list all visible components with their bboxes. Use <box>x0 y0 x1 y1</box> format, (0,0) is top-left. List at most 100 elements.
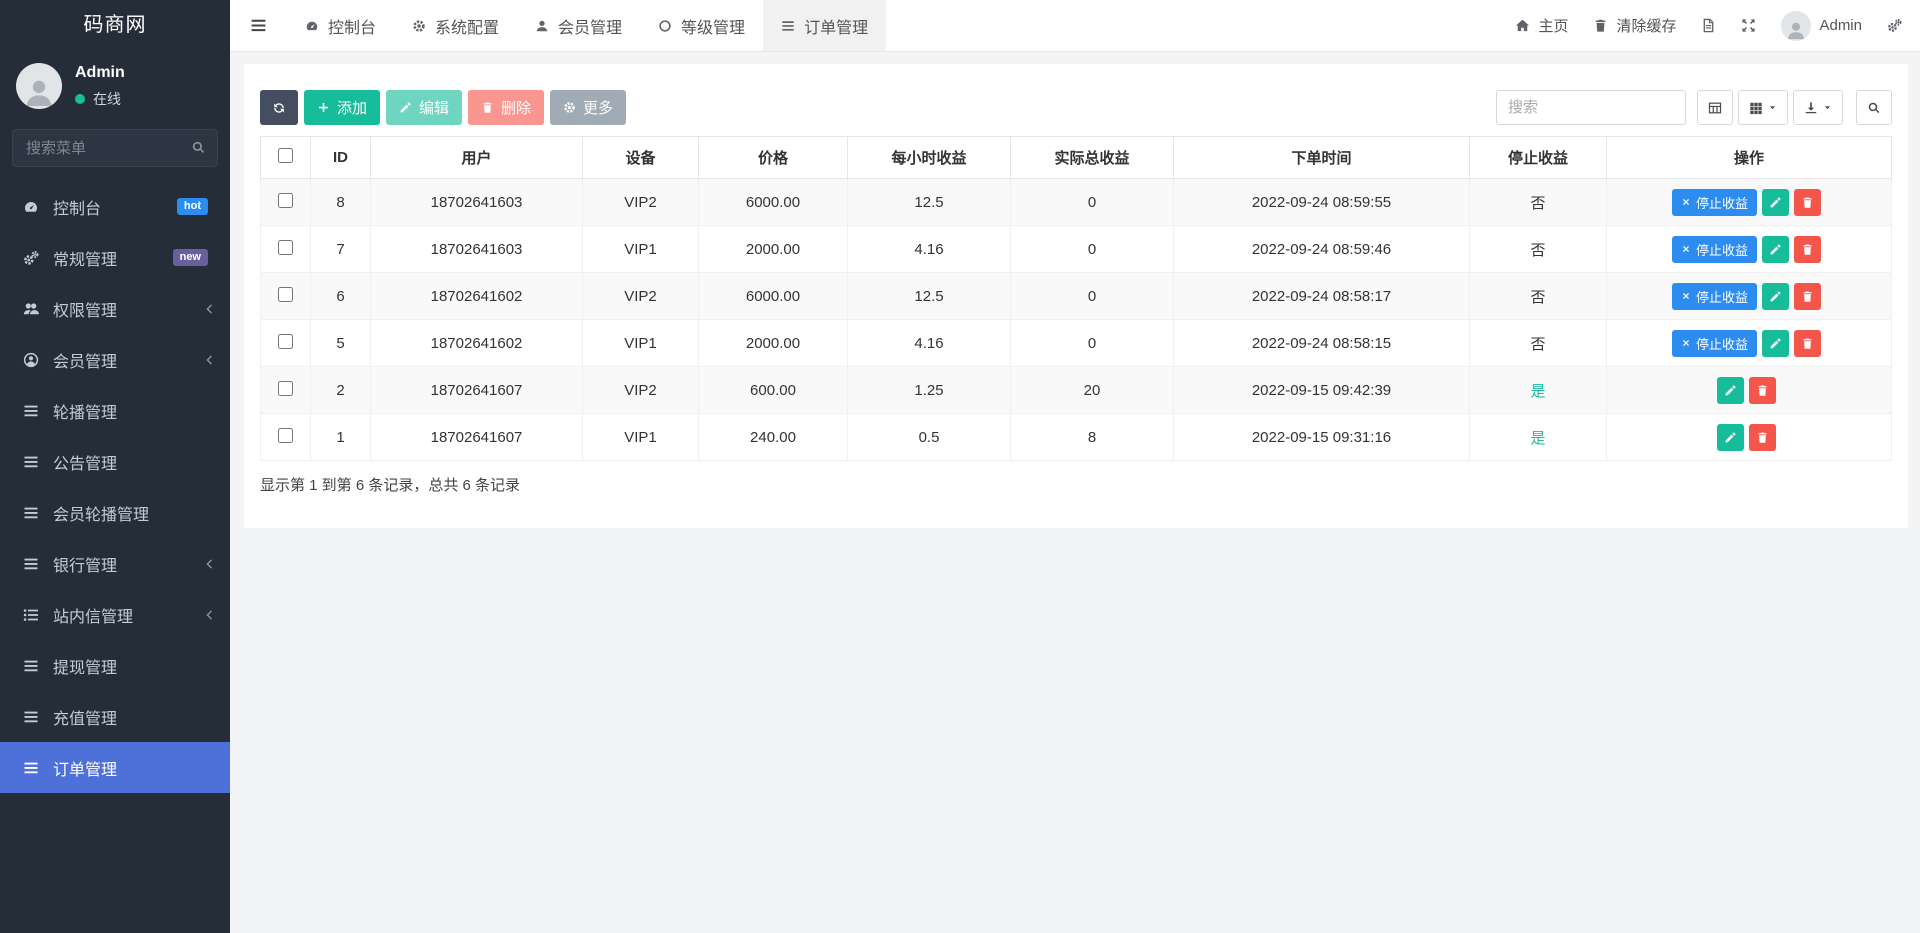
row-checkbox[interactable] <box>278 428 293 443</box>
user-avatar[interactable] <box>16 63 62 109</box>
stop-profit-button[interactable]: 停止收益 <box>1672 236 1757 263</box>
home-link[interactable]: 主页 <box>1515 15 1568 36</box>
edit-row-button[interactable] <box>1762 189 1789 216</box>
sidebar-search-input[interactable] <box>12 129 218 167</box>
table-row: 618702641602VIP26000.0012.502022-09-24 0… <box>261 273 1892 320</box>
tab-console[interactable]: 控制台 <box>287 0 394 51</box>
clear-cache-link[interactable]: 清除缓存 <box>1593 15 1676 36</box>
edit-row-button[interactable] <box>1762 330 1789 357</box>
sidebar-item-order[interactable]: 订单管理 <box>0 742 230 793</box>
checkbox-cell <box>261 367 311 414</box>
column-header[interactable]: 每小时收益 <box>848 137 1011 179</box>
sidebar-item-message[interactable]: 站内信管理 <box>0 589 230 640</box>
stop-profit-button[interactable]: 停止收益 <box>1672 330 1757 357</box>
row-checkbox[interactable] <box>278 287 293 302</box>
column-header[interactable]: 价格 <box>699 137 848 179</box>
sidebar-item-carousel[interactable]: 轮播管理 <box>0 385 230 436</box>
row-checkbox[interactable] <box>278 240 293 255</box>
checkbox-cell <box>261 414 311 461</box>
advanced-search-button[interactable] <box>1856 90 1892 125</box>
row-checkbox[interactable] <box>278 381 293 396</box>
content-area: 添加 编辑 删除 更多 <box>230 52 1920 933</box>
online-status: 在线 <box>93 89 121 109</box>
home-icon <box>1515 18 1530 33</box>
columns-button[interactable] <box>1738 90 1788 125</box>
user-menu[interactable]: Admin <box>1781 11 1862 41</box>
settings-button[interactable] <box>1887 18 1902 33</box>
language-button[interactable] <box>1701 18 1716 33</box>
orders-table: ID用户设备价格每小时收益实际总收益下单时间停止收益操作 81870264160… <box>260 136 1892 461</box>
list-ul-icon <box>21 607 40 623</box>
sidebar-item-console[interactable]: 控制台hot <box>0 181 230 232</box>
topbar-username: Admin <box>1819 17 1862 34</box>
delete-row-button[interactable] <box>1794 330 1821 357</box>
home-label: 主页 <box>1538 15 1568 36</box>
delete-button[interactable]: 删除 <box>468 90 544 125</box>
delete-row-button[interactable] <box>1749 424 1776 451</box>
trash-icon <box>1801 243 1814 256</box>
sidebar-item-general[interactable]: 常规管理new <box>0 232 230 283</box>
column-header[interactable]: 实际总收益 <box>1011 137 1174 179</box>
cell-actions: 停止收益 <box>1607 226 1892 273</box>
column-header[interactable]: 操作 <box>1607 137 1892 179</box>
refresh-button[interactable] <box>260 90 298 125</box>
table-search-input[interactable] <box>1496 90 1686 125</box>
pencil-icon <box>1769 337 1782 350</box>
tab-order[interactable]: 订单管理 <box>763 0 886 51</box>
select-all-checkbox[interactable] <box>278 148 293 163</box>
table-icon <box>1708 101 1722 115</box>
edit-row-button[interactable] <box>1717 424 1744 451</box>
tab-system-config[interactable]: 系统配置 <box>394 0 517 51</box>
trash-icon <box>1756 384 1769 397</box>
sidebar-user-panel: Admin 在线 <box>0 51 230 119</box>
pencil-icon <box>1769 290 1782 303</box>
user-circle-icon <box>21 352 40 368</box>
sidebar-item-bank[interactable]: 银行管理 <box>0 538 230 589</box>
column-header[interactable]: 用户 <box>371 137 583 179</box>
menu-toggle-icon[interactable] <box>230 0 287 51</box>
edit-label: 编辑 <box>419 97 449 118</box>
sidebar-item-member-carousel[interactable]: 会员轮播管理 <box>0 487 230 538</box>
delete-row-button[interactable] <box>1749 377 1776 404</box>
edit-button[interactable]: 编辑 <box>386 90 462 125</box>
pencil-icon <box>1769 196 1782 209</box>
delete-row-button[interactable] <box>1794 236 1821 263</box>
toggle-view-button[interactable] <box>1697 90 1733 125</box>
sidebar-item-withdraw[interactable]: 提现管理 <box>0 640 230 691</box>
tachometer-icon <box>305 19 319 33</box>
column-header[interactable]: 下单时间 <box>1174 137 1470 179</box>
tab-level[interactable]: 等级管理 <box>640 0 763 51</box>
delete-row-button[interactable] <box>1794 189 1821 216</box>
row-checkbox[interactable] <box>278 334 293 349</box>
export-button[interactable] <box>1793 90 1843 125</box>
table-row: 118702641607VIP1240.000.582022-09-15 09:… <box>261 414 1892 461</box>
table-toolbar: 添加 编辑 删除 更多 <box>260 90 1892 125</box>
cell-price: 2000.00 <box>699 226 848 273</box>
stop-profit-button[interactable]: 停止收益 <box>1672 189 1757 216</box>
add-button[interactable]: 添加 <box>304 90 380 125</box>
edit-row-button[interactable] <box>1762 236 1789 263</box>
clear-cache-label: 清除缓存 <box>1616 15 1676 36</box>
x-icon <box>1681 291 1691 301</box>
sidebar-item-recharge[interactable]: 充值管理 <box>0 691 230 742</box>
column-header[interactable]: ID <box>311 137 371 179</box>
sidebar-item-member[interactable]: 会员管理 <box>0 334 230 385</box>
edit-row-button[interactable] <box>1717 377 1744 404</box>
gear-icon <box>563 101 576 114</box>
column-header[interactable]: 设备 <box>583 137 699 179</box>
more-button[interactable]: 更多 <box>550 90 626 125</box>
cell-total-profit: 20 <box>1011 367 1174 414</box>
delete-row-button[interactable] <box>1794 283 1821 310</box>
cell-device: VIP2 <box>583 179 699 226</box>
sidebar-item-permission[interactable]: 权限管理 <box>0 283 230 334</box>
tab-member[interactable]: 会员管理 <box>517 0 640 51</box>
header-row: ID用户设备价格每小时收益实际总收益下单时间停止收益操作 <box>261 137 1892 179</box>
edit-row-button[interactable] <box>1762 283 1789 310</box>
stop-profit-button[interactable]: 停止收益 <box>1672 283 1757 310</box>
cell-price: 6000.00 <box>699 179 848 226</box>
fullscreen-button[interactable] <box>1741 18 1756 33</box>
column-header[interactable]: 停止收益 <box>1470 137 1607 179</box>
more-label: 更多 <box>583 97 613 118</box>
row-checkbox[interactable] <box>278 193 293 208</box>
sidebar-item-announcement[interactable]: 公告管理 <box>0 436 230 487</box>
